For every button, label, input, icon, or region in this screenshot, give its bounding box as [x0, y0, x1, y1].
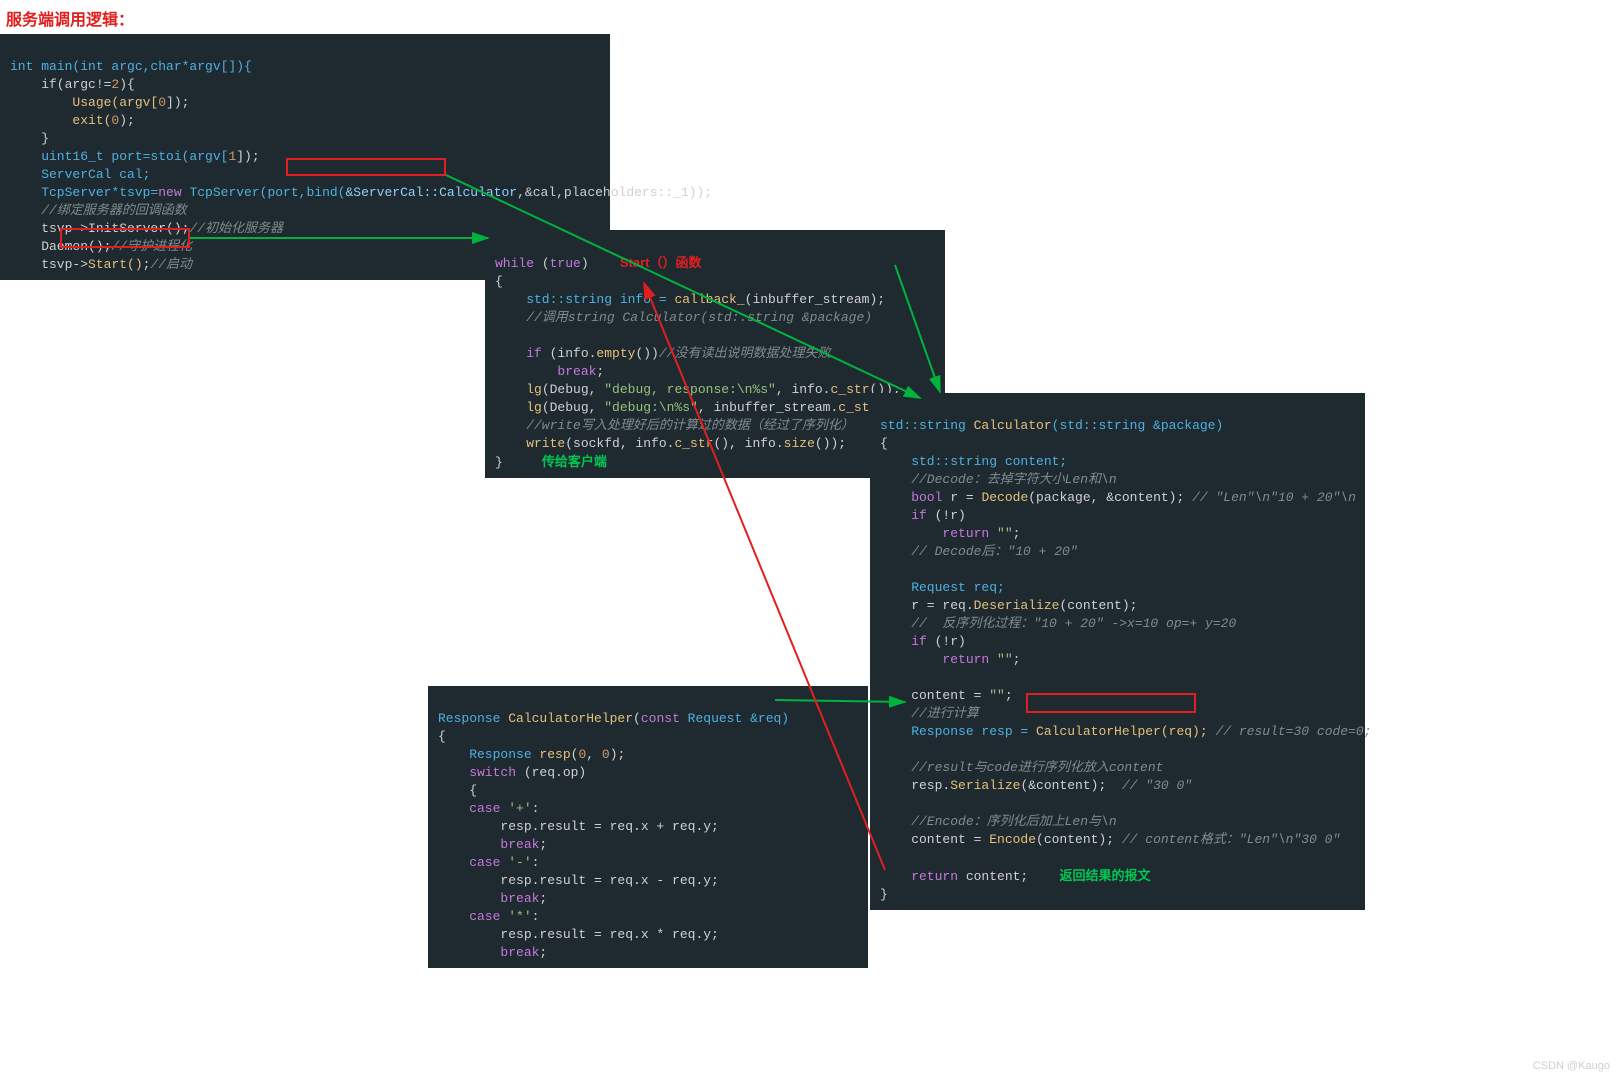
code-line: //Encode：序列化后加上Len与\n	[880, 814, 1117, 829]
highlight-calculatorhelper	[1026, 693, 1196, 713]
code-line: case '-':	[438, 855, 539, 870]
code-line: resp.Serialize(&content); // "30 0"	[880, 778, 1192, 793]
code-block-calculator: std::string Calculator(std::string &pack…	[870, 393, 1365, 910]
code-line: std::string Calculator(std::string &pack…	[880, 418, 1223, 433]
code-line: }	[880, 887, 888, 902]
code-line: switch (req.op)	[438, 765, 586, 780]
code-line: Usage(argv[0]);	[10, 95, 189, 110]
start-label: Start（）函数	[620, 255, 702, 270]
code-line: write(sockfd, info.c_str(), info.size())…	[495, 436, 846, 451]
code-line: {	[880, 436, 888, 451]
code-line: std::string content;	[880, 454, 1067, 469]
code-line: break;	[438, 891, 547, 906]
code-line: content = "";	[880, 688, 1013, 703]
code-line: while (true) Start（）函数	[495, 256, 702, 271]
code-line: Response CalculatorHelper(const Request …	[438, 711, 789, 726]
code-line: if (!r)	[880, 634, 966, 649]
code-line: r = req.Deserialize(content);	[880, 598, 1137, 613]
code-line: ServerCal cal;	[10, 167, 150, 182]
code-line: int main(int argc,char*argv[]){	[10, 59, 252, 74]
return-label: 返回结果的报文	[1059, 868, 1150, 883]
code-line: bool r = Decode(package, &content); // "…	[880, 490, 1356, 505]
code-line: break;	[438, 945, 547, 960]
code-line: content = Encode(content); // content格式：…	[880, 832, 1340, 847]
code-line: if(argc!=2){	[10, 77, 135, 92]
code-block-helper: Response CalculatorHelper(const Request …	[428, 686, 868, 968]
watermark: CSDN @Kaugo	[1533, 1060, 1610, 1072]
code-line: //调用string Calculator(std::string &packa…	[495, 310, 872, 325]
code-line: {	[438, 729, 446, 744]
code-line: } 传给客户端	[495, 455, 607, 470]
code-line: Request req;	[880, 580, 1005, 595]
code-line: resp.result = req.x + req.y;	[438, 819, 719, 834]
code-line: //绑定服务器的回调函数	[10, 203, 187, 218]
code-line: if (info.empty())//没有读出说明数据处理失败	[495, 346, 830, 361]
code-line: case '*':	[438, 909, 539, 924]
code-line: resp.result = req.x - req.y;	[438, 873, 719, 888]
pass-client-label: 传给客户端	[542, 454, 607, 469]
code-line: return "";	[880, 652, 1020, 667]
code-line: std::string info = callback_(inbuffer_st…	[495, 292, 885, 307]
highlight-start-call	[60, 228, 190, 248]
code-line: break;	[438, 837, 547, 852]
code-line: return content; 返回结果的报文	[880, 869, 1150, 884]
code-line: break;	[495, 364, 604, 379]
code-line: exit(0);	[10, 113, 135, 128]
code-line: {	[438, 783, 477, 798]
code-line: resp.result = req.x * req.y;	[438, 927, 719, 942]
code-line: {	[495, 274, 503, 289]
code-line: lg(Debug, "debug:\n%s", inbuffer_stream.…	[495, 400, 909, 415]
code-line: //Decode：去掉字符大小Len和\n	[880, 472, 1117, 487]
code-line: }	[10, 131, 49, 146]
highlight-servercal	[286, 158, 446, 176]
code-line: uint16_t port=stoi(argv[1]);	[10, 149, 260, 164]
code-line: lg(Debug, "debug, response:\n%s", info.c…	[495, 382, 901, 397]
code-line: TcpServer*tsvp=new TcpServer(port,bind(&…	[10, 185, 712, 200]
code-line: // Decode后："10 + 20"	[880, 544, 1078, 559]
code-line: //进行计算	[880, 706, 979, 721]
code-line: //write写入处理好后的计算过的数据（经过了序列化）	[495, 418, 854, 433]
code-line: tsvp->Start();//启动	[10, 257, 192, 272]
code-line: Response resp = CalculatorHelper(req); /…	[880, 724, 1372, 739]
code-line: return "";	[880, 526, 1020, 541]
page-title: 服务端调用逻辑：	[6, 6, 134, 30]
code-line: //result与code进行序列化放入content	[880, 760, 1163, 775]
code-line: Response resp(0, 0);	[438, 747, 625, 762]
code-line: case '+':	[438, 801, 539, 816]
code-line: if (!r)	[880, 508, 966, 523]
code-line: // 反序列化过程："10 + 20" ->x=10 op=+ y=20	[880, 616, 1236, 631]
